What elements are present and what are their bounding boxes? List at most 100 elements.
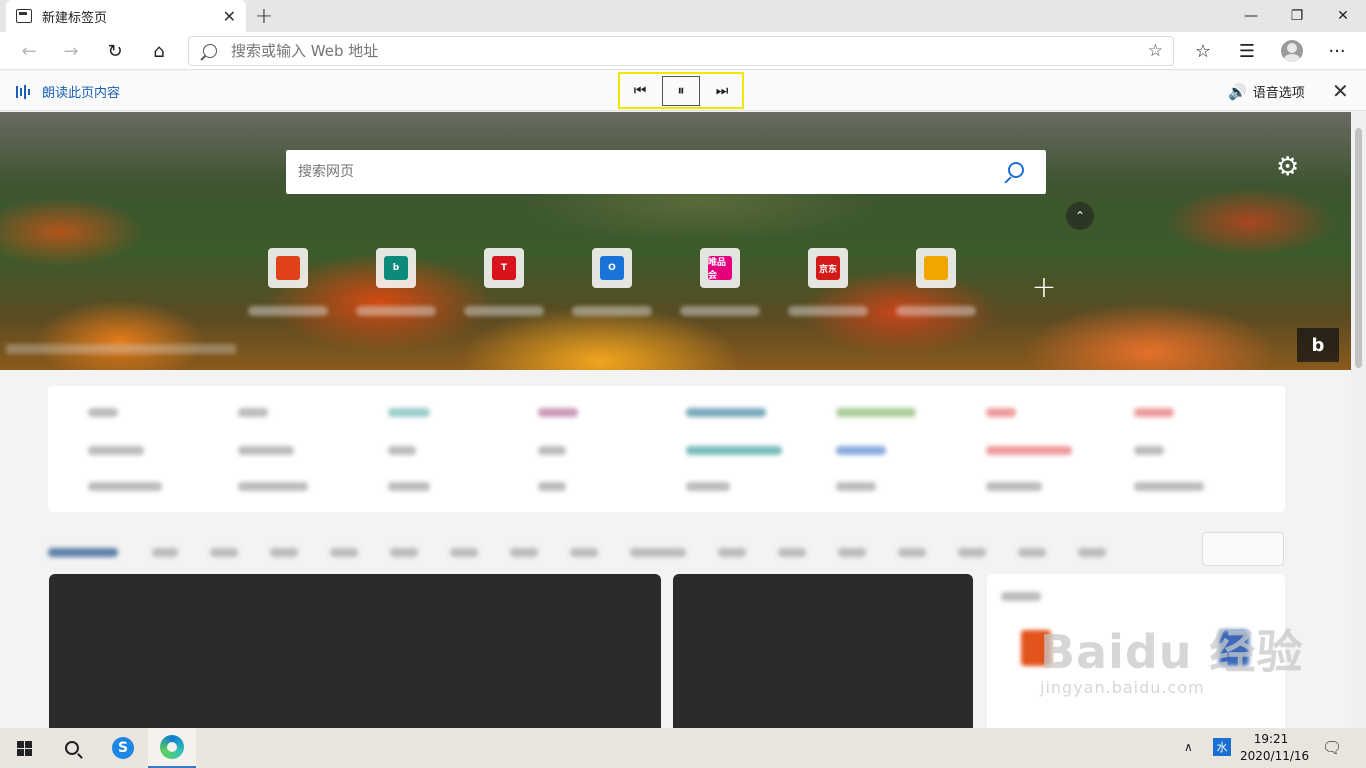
minimize-button[interactable]: — (1228, 0, 1274, 32)
blurred-link[interactable] (238, 408, 268, 417)
feed-tab[interactable] (838, 548, 866, 557)
blurred-link[interactable] (238, 482, 308, 491)
speed-dial-tile[interactable]: b (376, 248, 416, 288)
favorites-button[interactable]: ☆ (1188, 36, 1218, 66)
blurred-link[interactable] (836, 482, 876, 491)
back-button[interactable]: ← (14, 36, 44, 66)
close-read-aloud-icon[interactable]: ✕ (1332, 79, 1349, 103)
home-button[interactable]: ⌂ (144, 36, 174, 66)
personalize-button[interactable] (1202, 532, 1284, 566)
settings-menu-button[interactable]: ··· (1322, 36, 1352, 66)
voice-options-button[interactable]: 🔊 语音选项 (1228, 82, 1305, 102)
card-title (1001, 592, 1041, 601)
tab-new-tab[interactable]: 新建标签页 ✕ (6, 0, 246, 32)
feed-tab[interactable] (210, 548, 238, 557)
web-search-input[interactable] (298, 164, 988, 180)
blurred-link[interactable] (686, 408, 766, 417)
read-aloud-label: 朗读此页内容 (16, 82, 120, 101)
feed-tab[interactable] (570, 548, 598, 557)
pause-button[interactable]: ⏸ (662, 75, 700, 106)
add-favorite-icon[interactable]: ☆ (1148, 41, 1163, 61)
blurred-link[interactable] (88, 446, 144, 455)
feed-tab[interactable] (510, 548, 538, 557)
blurred-link[interactable] (986, 446, 1072, 455)
profile-avatar[interactable] (1281, 40, 1303, 62)
blurred-link[interactable] (1134, 408, 1174, 417)
feed-tab[interactable] (898, 548, 926, 557)
feed-tab[interactable] (1078, 548, 1106, 557)
gear-icon[interactable]: ⚙ (1276, 152, 1299, 182)
blurred-link[interactable] (686, 482, 730, 491)
page-scrollbar[interactable] (1351, 112, 1366, 728)
feed-tab[interactable] (48, 548, 118, 557)
outlook-icon: O (600, 256, 624, 280)
bing-icon[interactable]: b (1297, 328, 1339, 362)
address-input[interactable] (231, 42, 1111, 60)
taskbar-search-button[interactable] (48, 728, 96, 768)
news-card[interactable] (673, 574, 973, 728)
speed-dial-tile[interactable]: 京东 (808, 248, 848, 288)
windows-icon (16, 740, 32, 756)
new-tab-button[interactable]: + (252, 2, 276, 30)
search-icon[interactable] (1008, 162, 1024, 178)
taskbar-edge[interactable] (148, 728, 196, 768)
feed-tab[interactable] (778, 548, 806, 557)
speed-dial-tile[interactable]: T (484, 248, 524, 288)
web-search-box[interactable] (286, 150, 1046, 194)
blurred-link[interactable] (538, 408, 578, 417)
feed-tab[interactable] (630, 548, 686, 557)
blurred-link[interactable] (538, 446, 566, 455)
blurred-link[interactable] (1134, 446, 1164, 455)
taskbar-sogou-browser[interactable]: S (99, 728, 147, 768)
feed-tab[interactable] (270, 548, 298, 557)
blurred-link[interactable] (986, 482, 1042, 491)
weather-card[interactable] (987, 574, 1285, 728)
card-image (1219, 630, 1249, 666)
refresh-button[interactable]: ↻ (100, 36, 130, 66)
news-card[interactable] (49, 574, 661, 728)
feed-tab[interactable] (152, 548, 178, 557)
feed-tab[interactable] (330, 548, 358, 557)
close-window-button[interactable]: ✕ (1320, 0, 1366, 32)
speed-dial-tile[interactable]: O (592, 248, 632, 288)
tab-close-icon[interactable]: ✕ (223, 7, 236, 26)
next-paragraph-button[interactable]: ⏭ (704, 76, 740, 106)
playback-controls: ⏮ ⏸ ⏭ (618, 72, 744, 109)
speed-dial-tile[interactable] (268, 248, 308, 288)
feed-tab[interactable] (1018, 548, 1046, 557)
restore-button[interactable]: ❐ (1274, 0, 1320, 32)
blurred-link[interactable] (388, 408, 430, 417)
blurred-link[interactable] (836, 446, 886, 455)
jd-icon: 京东 (816, 256, 840, 280)
feed-tab[interactable] (450, 548, 478, 557)
blurred-link[interactable] (388, 446, 416, 455)
read-aloud-text: 朗读此页内容 (42, 86, 121, 101)
blurred-link[interactable] (836, 408, 916, 417)
feed-tab[interactable] (958, 548, 986, 557)
blurred-link[interactable] (388, 482, 430, 491)
forward-button[interactable]: → (56, 36, 86, 66)
add-site-button[interactable]: + (1030, 270, 1058, 305)
feed-tab[interactable] (390, 548, 418, 557)
previous-paragraph-button[interactable]: ⏮ (622, 76, 658, 106)
clock[interactable]: 19:21 2020/11/16 (1240, 731, 1310, 765)
address-bar[interactable]: ☆ (188, 36, 1174, 66)
blurred-link[interactable] (538, 482, 566, 491)
blurred-link[interactable] (238, 446, 294, 455)
notification-icon[interactable]: 🗨 (1322, 738, 1342, 757)
feed-tab[interactable] (718, 548, 746, 557)
show-hidden-icons-button[interactable]: ∧ (1184, 740, 1193, 754)
blurred-link[interactable] (1134, 482, 1204, 491)
office-icon (276, 256, 300, 280)
clock-date: 2020/11/16 (1240, 749, 1310, 763)
blurred-link[interactable] (88, 408, 118, 417)
blurred-link[interactable] (88, 482, 162, 491)
collections-button[interactable]: ☰ (1232, 36, 1262, 66)
blurred-link[interactable] (686, 446, 782, 455)
ime-icon[interactable]: 水 (1213, 738, 1231, 756)
collapse-icon[interactable]: ⌃ (1066, 202, 1094, 230)
blurred-link[interactable] (986, 408, 1016, 417)
start-button[interactable] (0, 728, 48, 768)
speed-dial-tile[interactable]: 唯品会 (700, 248, 740, 288)
speed-dial-tile[interactable] (916, 248, 956, 288)
